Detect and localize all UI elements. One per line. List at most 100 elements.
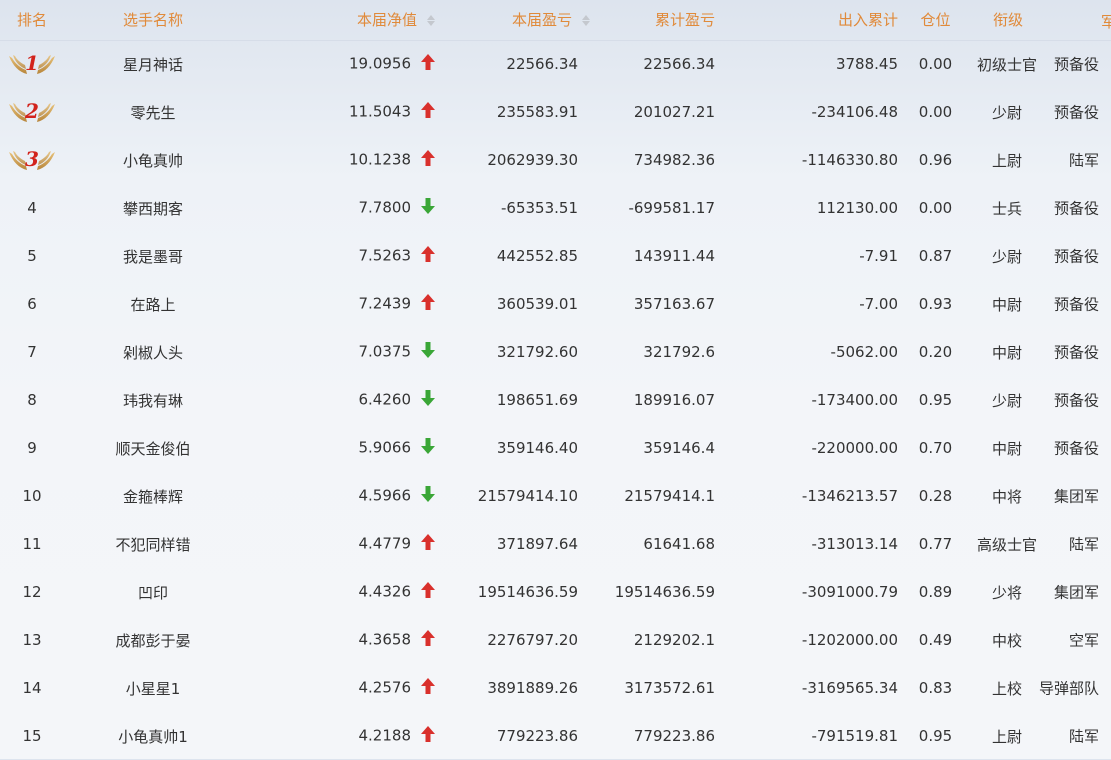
header-position-label: 仓位 bbox=[920, 11, 951, 30]
cum-profit-value: 201027.21 bbox=[633, 103, 715, 121]
header-nav-sortable[interactable]: 本届净值 bbox=[242, 0, 437, 41]
header-player-name: 选手名称 bbox=[64, 0, 242, 41]
player-name[interactable]: 金箍棒辉 bbox=[64, 472, 242, 520]
player-name[interactable]: 成都彭于晏 bbox=[64, 616, 242, 664]
table-row[interactable]: 2 零先生 11.5043 235583.91 201027.21 -234106.48 0… bbox=[0, 88, 1111, 136]
rank-medal-icon: 1 bbox=[7, 50, 57, 78]
profit-value: 2062939.30 bbox=[487, 151, 578, 169]
cum-profit-value: 189916.07 bbox=[633, 391, 715, 409]
cum-profit-value: 143911.44 bbox=[633, 247, 715, 265]
rank-cell: 15 bbox=[0, 712, 64, 760]
player-name[interactable]: 不犯同样错 bbox=[64, 520, 242, 568]
player-name[interactable]: 剁椒人头 bbox=[64, 328, 242, 376]
header-profit-label: 本届盈亏 bbox=[511, 11, 572, 30]
arrow-up-icon bbox=[419, 54, 437, 74]
nav-cell: 4.4326 bbox=[242, 568, 437, 616]
rank-cell: 8 bbox=[0, 376, 64, 424]
table-row[interactable]: 9 顺天金俊伯 5.9066 359146.40 359146.4 -220000.00 0… bbox=[0, 424, 1111, 472]
nav-value: 10.1238 bbox=[348, 150, 411, 169]
arrow-up-icon bbox=[419, 294, 437, 314]
position-value: 0.77 bbox=[918, 535, 953, 553]
table-row[interactable]: 3 小龟真帅 10.1238 2062939.30 734982.36 -1146330.… bbox=[0, 136, 1111, 184]
position-value: 0.95 bbox=[918, 727, 953, 745]
table-row[interactable]: 8 玮我有琳 6.4260 198651.69 189916.07 -173400.00 0… bbox=[0, 376, 1111, 424]
grade-value: 上尉 bbox=[991, 727, 1022, 746]
player-name[interactable]: 在路上 bbox=[64, 280, 242, 328]
player-name[interactable]: 凹印 bbox=[64, 568, 242, 616]
rank-number: 12 bbox=[22, 583, 42, 601]
player-name[interactable]: 顺天金俊伯 bbox=[64, 424, 242, 472]
arrow-down-icon bbox=[419, 342, 437, 362]
flow-value: -1346213.57 bbox=[801, 487, 898, 505]
rank-number: 2 bbox=[25, 99, 39, 123]
flow-value: -1202000.00 bbox=[801, 631, 898, 649]
branch-label: 预备役 bbox=[1053, 439, 1099, 458]
header-flow-label: 出入累计 bbox=[837, 11, 898, 30]
cum-profit-value: 21579414.1 bbox=[624, 487, 715, 505]
table-row[interactable]: 7 剁椒人头 7.0375 321792.60 321792.6 -5062.00 0.20… bbox=[0, 328, 1111, 376]
player-name[interactable]: 小龟真帅 bbox=[64, 136, 242, 184]
nav-value: 11.5043 bbox=[348, 102, 411, 121]
branch-value: 导弹部队 bbox=[1039, 664, 1111, 712]
arrow-up-icon bbox=[419, 534, 437, 554]
table-row[interactable]: 5 我是墨哥 7.5263 442552.85 143911.44 -7.91 0.87 少尉… bbox=[0, 232, 1111, 280]
table-row[interactable]: 14 小星星1 4.2576 3891889.26 3173572.61 -3169565… bbox=[0, 664, 1111, 712]
branch-label: 陆军 bbox=[1068, 535, 1099, 554]
player-name[interactable]: 星月神话 bbox=[64, 40, 242, 88]
player-name[interactable]: 小龟真帅1 bbox=[64, 712, 242, 760]
player-name[interactable]: 玮我有琳 bbox=[64, 376, 242, 424]
arrow-down-icon bbox=[419, 486, 437, 506]
branch-value: 预备役 bbox=[1054, 328, 1111, 376]
rank-cell: 7 bbox=[0, 328, 64, 376]
profit-value: 3891889.26 bbox=[487, 679, 578, 697]
nav-cell: 7.5263 bbox=[242, 232, 437, 280]
rank-cell: 9 bbox=[0, 424, 64, 472]
profit-value: 235583.91 bbox=[496, 103, 578, 121]
table-row[interactable]: 4 攀西期客 7.7800 -65353.51 -699581.17 112130.00 0… bbox=[0, 184, 1111, 232]
rank-number: 15 bbox=[22, 727, 42, 745]
nav-cell: 4.2188 bbox=[242, 712, 437, 760]
rank-cell: 12 bbox=[0, 568, 64, 616]
table-row[interactable]: 1 星月神话 19.0956 22566.34 22566.34 3788.45 0.00 初… bbox=[0, 40, 1111, 88]
branch-label: 预备役 bbox=[1053, 199, 1099, 218]
sort-icon[interactable] bbox=[580, 14, 592, 27]
branch-label: 陆军 bbox=[1068, 151, 1099, 170]
header-cum-profit: 累计盈亏 bbox=[592, 0, 745, 41]
header-branch: 军种 bbox=[1081, 0, 1111, 41]
position-value: 0.00 bbox=[918, 55, 953, 74]
arrow-down-icon bbox=[419, 198, 437, 218]
header-nav-label: 本届净值 bbox=[356, 11, 417, 30]
player-name[interactable]: 我是墨哥 bbox=[64, 232, 242, 280]
header-profit-sortable[interactable]: 本届盈亏 bbox=[437, 0, 592, 41]
table-row[interactable]: 15 小龟真帅1 4.2188 779223.86 779223.86 -791519.8… bbox=[0, 712, 1111, 760]
flow-value: -3169565.34 bbox=[801, 679, 898, 697]
flow-value: -220000.00 bbox=[811, 439, 898, 457]
player-name[interactable]: 小星星1 bbox=[64, 664, 242, 712]
player-name[interactable]: 攀西期客 bbox=[64, 184, 242, 232]
nav-value: 4.2188 bbox=[358, 726, 412, 745]
cum-profit-value: 734982.36 bbox=[633, 151, 715, 169]
table-row[interactable]: 6 在路上 7.2439 360539.01 357163.67 -7.00 0.93 中尉预… bbox=[0, 280, 1111, 328]
branch-value: 陆军 bbox=[1069, 136, 1111, 184]
position-value: 0.70 bbox=[918, 439, 953, 457]
rank-number: 6 bbox=[27, 295, 37, 313]
table-row[interactable]: 10 金箍棒辉 4.5966 21579414.10 21579414.1 -134621… bbox=[0, 472, 1111, 520]
profit-value: 359146.40 bbox=[496, 439, 578, 457]
header-grade: 衔级 bbox=[963, 0, 1081, 41]
table-row[interactable]: 11 不犯同样错 4.4779 371897.64 61641.68 -313013.14… bbox=[0, 520, 1111, 568]
rank-number: 3 bbox=[25, 147, 39, 171]
cum-profit-value: 357163.67 bbox=[633, 295, 715, 313]
nav-cell: 7.2439 bbox=[242, 280, 437, 328]
header-position: 仓位 bbox=[908, 0, 963, 41]
rank-number: 4 bbox=[27, 199, 37, 217]
player-name[interactable]: 零先生 bbox=[64, 88, 242, 136]
sort-icon[interactable] bbox=[425, 14, 437, 27]
rank-number: 7 bbox=[27, 343, 37, 361]
flow-value: -7.91 bbox=[859, 247, 898, 265]
table-row[interactable]: 13 成都彭于晏 4.3658 2276797.20 2129202.1 -1202000… bbox=[0, 616, 1111, 664]
branch-label: 预备役 bbox=[1053, 343, 1099, 362]
cum-profit-value: 321792.6 bbox=[643, 343, 715, 361]
nav-value: 4.4326 bbox=[358, 582, 412, 601]
table-row[interactable]: 12 凹印 4.4326 19514636.59 19514636.59 -3091000… bbox=[0, 568, 1111, 616]
nav-value: 4.2576 bbox=[358, 678, 412, 697]
